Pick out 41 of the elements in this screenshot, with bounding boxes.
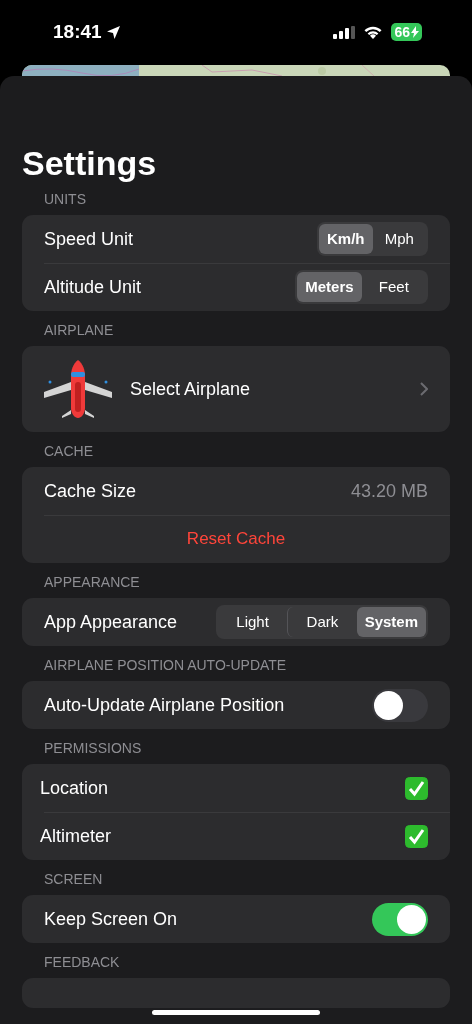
section-header: AIRPLANE POSITION AUTO-UPDATE [43,656,288,675]
section-header: PERMISSIONS [43,739,143,758]
setting-label: App Appearance [44,610,178,634]
wifi-icon [363,25,384,39]
segment-option[interactable]: Meters [297,272,362,302]
section-header: APPEARANCE [43,573,141,592]
reset-link[interactable]: Reset Cache [186,526,286,552]
permission-label: Altimeter [40,824,111,848]
segment-option[interactable]: Mph [372,224,426,254]
battery-indicator: 66 [391,23,422,41]
row-label: Select Airplane [130,377,251,401]
segmented-control[interactable]: Light Dark System [215,605,428,639]
setting-label: Speed Unit [44,227,134,251]
segmented-control[interactable]: Km/h Mph [317,222,428,256]
page-title: Settings [22,146,158,180]
clock-time: 18:41 [53,19,102,44]
segment-option[interactable]: System [356,607,426,637]
permission-label: Location [40,776,109,800]
toggle-switch[interactable] [372,902,428,936]
airplane-icon [44,360,112,418]
section-header: FEEDBACK [43,953,121,972]
segment-option[interactable]: Dark [287,607,357,637]
toggle-switch[interactable] [372,688,428,722]
section-header: CACHE [43,442,94,461]
segment-option[interactable]: Km/h [319,224,373,254]
section-header: AIRPLANE [43,321,115,340]
segment-option[interactable]: Light [217,607,288,637]
setting-label: Altitude Unit [44,275,142,299]
select-airplane-row[interactable]: Select Airplane [22,346,450,432]
segmented-control[interactable]: Meters Feet [295,270,428,304]
setting-label: Cache Size [44,479,137,503]
setting-label: Auto-Update Airplane Position [44,693,285,717]
charging-bolt-icon [411,26,419,38]
section-header: SCREEN [43,870,104,889]
location-arrow-icon [105,24,121,40]
segment-option[interactable]: Feet [361,272,426,302]
signal-icon [333,25,356,39]
chevron-icon [420,382,428,396]
section-header: UNITS [43,190,87,209]
setting-value: 43.20 MB [350,479,428,503]
setting-label: Keep Screen On [44,907,178,931]
